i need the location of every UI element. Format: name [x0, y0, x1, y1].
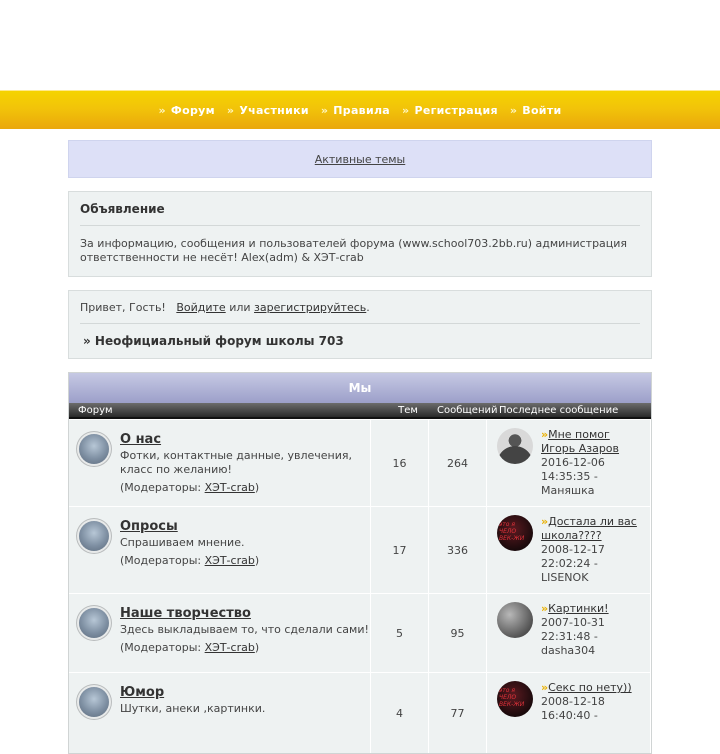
last-post-cell: »Картинки! 2007-10-31 22:31:48 - dasha30… [487, 594, 651, 672]
last-post-user: Маняшка [541, 484, 595, 497]
moderator-link[interactable]: ХЭТ-crab [205, 481, 255, 494]
double-chevron-icon: » [402, 103, 410, 117]
announcement-title: Объявление [80, 202, 165, 216]
forum-description: Здесь выкладываем то, что сделали сами! [120, 623, 369, 636]
forum-moderators: (Модераторы: ХЭТ-crab) [120, 641, 260, 654]
user-avatar [497, 602, 533, 638]
double-chevron-icon: » [158, 103, 166, 117]
forum-title-link[interactable]: Юмор [120, 685, 265, 700]
forum-status-icon [79, 521, 109, 551]
last-post-user: LISENOK [541, 571, 589, 584]
forum-moderators: (Модераторы: ХЭТ-crab) [120, 554, 260, 567]
user-avatar: это я ЧЕЛО ВЕК-ЖИ [497, 515, 533, 551]
last-post-cell: это я ЧЕЛО ВЕК-ЖИ »Секс по нету)) 2008-12-… [487, 673, 651, 753]
active-topics-link[interactable]: Активные темы [315, 153, 406, 166]
forum-row: Наше творчество Здесь выкладываем то, чт… [69, 593, 651, 672]
last-post-link[interactable]: Мне помог Игорь Азаров [541, 428, 619, 455]
column-header: Форум Тем Сообщений Последнее сообщение [69, 403, 651, 419]
last-post-cell: »Мне помог Игорь Азаров 2016-12-06 14:35… [487, 420, 651, 506]
double-chevron-icon: » [226, 103, 235, 117]
forum-description: Шутки, анеки ,картинки. [120, 702, 266, 715]
double-chevron-icon: » [509, 103, 518, 117]
nav-rules[interactable]: » Правила [321, 104, 390, 117]
col-topics: Тем [398, 404, 418, 416]
forum-cell: О нас Фотки, контактные данные, увлечени… [69, 420, 371, 506]
forum-title-link[interactable]: Опросы [120, 519, 259, 534]
nav-register[interactable]: » Регистрация [402, 104, 498, 117]
forum-moderators: (Модераторы: ХЭТ-crab) [120, 481, 260, 494]
topic-count: 4 [371, 673, 429, 753]
welcome-box: Привет, Гость! Войдите или зарегистрируй… [68, 290, 652, 359]
welcome-line: Привет, Гость! Войдите или зарегистрируй… [80, 301, 370, 314]
or-text: или [229, 301, 251, 314]
post-count: 336 [429, 507, 487, 593]
forum-description: Спрашиваем мнение. [120, 536, 245, 549]
last-post-date: 2007-10-31 22:31:48 - [541, 616, 605, 643]
forum-row: Юмор Шутки, анеки ,картинки. 4 77 это яЧ… [69, 672, 651, 753]
category-box: Мы Форум Тем Сообщений Последнее сообщен… [68, 372, 652, 754]
col-posts: Сообщений [437, 404, 498, 416]
last-post-date: 2008-12-18 16:40:40 - [541, 695, 605, 722]
last-post-date: 2016-12-06 14:35:35 - [541, 456, 605, 483]
forum-description: Фотки, контактные данные, увлечения, кла… [120, 449, 352, 476]
last-post-link[interactable]: Картинки! [548, 602, 608, 615]
user-avatar [497, 428, 533, 464]
nav-login[interactable]: » Войти [510, 104, 562, 117]
forum-title-link[interactable]: Наше творчество [120, 606, 369, 621]
announcement-box: Объявление За информацию, сообщения и по… [68, 191, 652, 277]
nav-members[interactable]: » Участники [227, 104, 309, 117]
last-post-cell: это я ЧЕЛО ВЕК-ЖИ »Достала ли вас школа???… [487, 507, 651, 593]
double-chevron-icon: » [320, 103, 329, 117]
col-last-post: Последнее сообщение [499, 404, 619, 416]
forum-status-icon [79, 687, 109, 717]
moderator-link[interactable]: ХЭТ-crab [205, 554, 255, 567]
last-post-date: 2008-12-17 22:02:24 - [541, 543, 605, 570]
header-space [0, 0, 720, 90]
forum-cell: Юмор Шутки, анеки ,картинки. [69, 673, 371, 753]
greeting: Привет, Гость! [80, 301, 166, 314]
user-avatar: это я ЧЕЛО ВЕК-ЖИ [497, 681, 533, 717]
forum-cell: Опросы Спрашиваем мнение. (Модераторы: Х… [69, 507, 371, 593]
post-count: 77 [429, 673, 487, 753]
active-topics-bar: Активные темы [68, 140, 652, 178]
nav-forum[interactable]: » Форум [159, 104, 215, 117]
main-navbar: » Форум » Участники » Правила » Регистрация … [0, 90, 720, 129]
register-link[interactable]: зарегистрируйтесь [254, 301, 366, 314]
forum-title-link[interactable]: О нас [120, 432, 370, 447]
announcement-text: За информацию, сообщения и пользователей… [80, 237, 628, 264]
topic-count: 17 [371, 507, 429, 593]
post-count: 95 [429, 594, 487, 672]
forum-row: О нас Фотки, контактные данные, увлечени… [69, 419, 651, 506]
col-forum: Форум [78, 404, 113, 416]
last-post-user: dasha304 [541, 644, 596, 657]
category-title: Мы [69, 373, 651, 403]
moderator-link[interactable]: ХЭТ-crab [205, 641, 255, 654]
last-post-link[interactable]: Секс по нету)) [548, 681, 632, 694]
forum-status-icon [79, 434, 109, 464]
last-post-link[interactable]: Достала ли вас школа???? [541, 515, 637, 542]
post-count: 264 [429, 420, 487, 506]
forum-row: Опросы Спрашиваем мнение. (Модераторы: Х… [69, 506, 651, 593]
topic-count: 5 [371, 594, 429, 672]
login-link[interactable]: Войдите [176, 301, 225, 314]
forum-cell: Наше творчество Здесь выкладываем то, чт… [69, 594, 371, 672]
forum-status-icon [79, 608, 109, 638]
topic-count: 16 [371, 420, 429, 506]
forum-name: » Неофициальный форум школы 703 [83, 334, 344, 348]
